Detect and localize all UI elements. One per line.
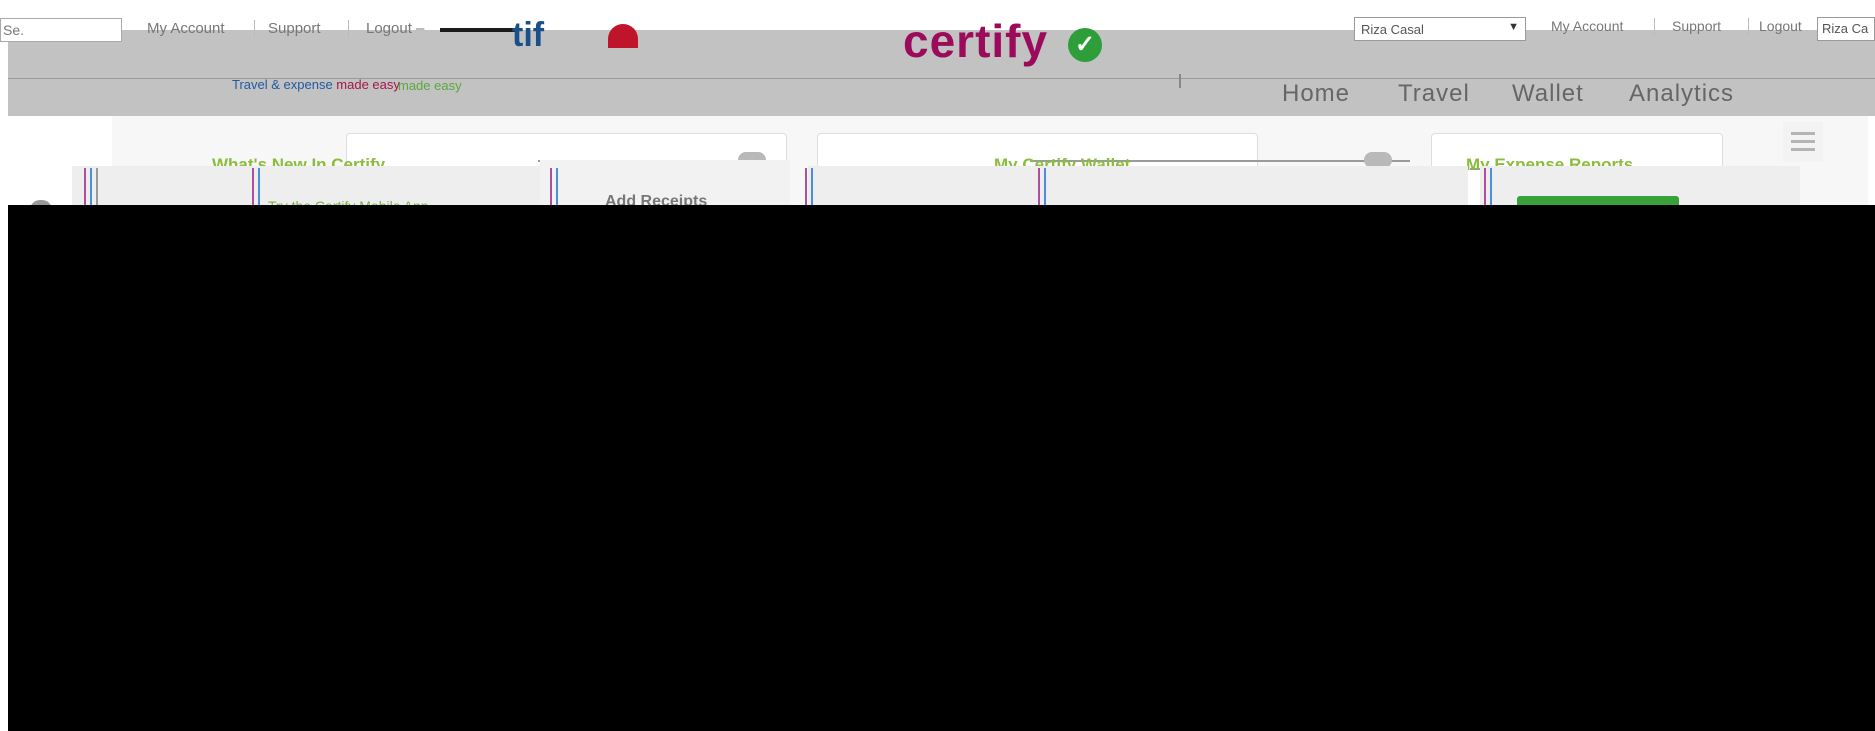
my-account-link-ghost[interactable]: My Account — [147, 20, 225, 37]
menu-icon[interactable] — [1783, 122, 1823, 162]
unrendered-area — [8, 205, 1875, 731]
user-select-value: Riza Casal — [1361, 21, 1424, 37]
nav-analytics[interactable]: Analytics — [1629, 80, 1734, 108]
ghost-search-input[interactable]: Se. — [0, 18, 122, 42]
divider — [84, 168, 86, 206]
ghost-logo-text: tif — [512, 16, 545, 54]
logout-link[interactable]: Logout — [1759, 18, 1802, 34]
nav-wallet[interactable]: Wallet — [1512, 80, 1584, 108]
ghost-red-mark — [608, 24, 638, 48]
support-link-ghost[interactable]: Support — [268, 20, 321, 37]
check-icon: ✓ — [1068, 28, 1102, 62]
separator — [254, 20, 255, 38]
tagline-prefix: Travel & expense — [232, 77, 337, 92]
divider — [811, 168, 813, 206]
my-account-link[interactable]: My Account — [1551, 18, 1623, 34]
divider — [96, 168, 98, 206]
divider — [252, 168, 254, 206]
separator — [1748, 18, 1749, 36]
nav-home[interactable]: Home — [1282, 80, 1350, 108]
support-link[interactable]: Support — [1672, 18, 1721, 34]
wallet-panel — [808, 166, 1468, 206]
separator — [1654, 18, 1655, 36]
tagline-emphasis: made easy — [336, 77, 400, 92]
divider — [1490, 168, 1492, 206]
logout-link-ghost[interactable]: Logout – — [366, 20, 424, 37]
nav-cursor — [1179, 74, 1189, 88]
divider — [90, 168, 92, 206]
divider — [805, 168, 807, 206]
tagline: Travel & expense made easy — [232, 77, 400, 92]
divider — [550, 168, 552, 206]
user-select-ghost[interactable]: Riza Ca — [1817, 17, 1875, 41]
divider — [1044, 168, 1046, 206]
nav-travel[interactable]: Travel — [1398, 80, 1470, 108]
divider — [258, 168, 260, 206]
user-select[interactable]: Riza Casal ▼ — [1354, 17, 1526, 41]
divider — [1484, 168, 1486, 206]
divider — [1038, 168, 1040, 206]
certify-logo[interactable]: certify — [903, 18, 1048, 64]
separator — [348, 20, 349, 38]
tagline-ghost: made easy — [398, 78, 462, 93]
dropdown-arrow-icon: ▼ — [1508, 21, 1519, 33]
ghost-logo-bar — [440, 28, 518, 32]
divider — [556, 168, 558, 206]
